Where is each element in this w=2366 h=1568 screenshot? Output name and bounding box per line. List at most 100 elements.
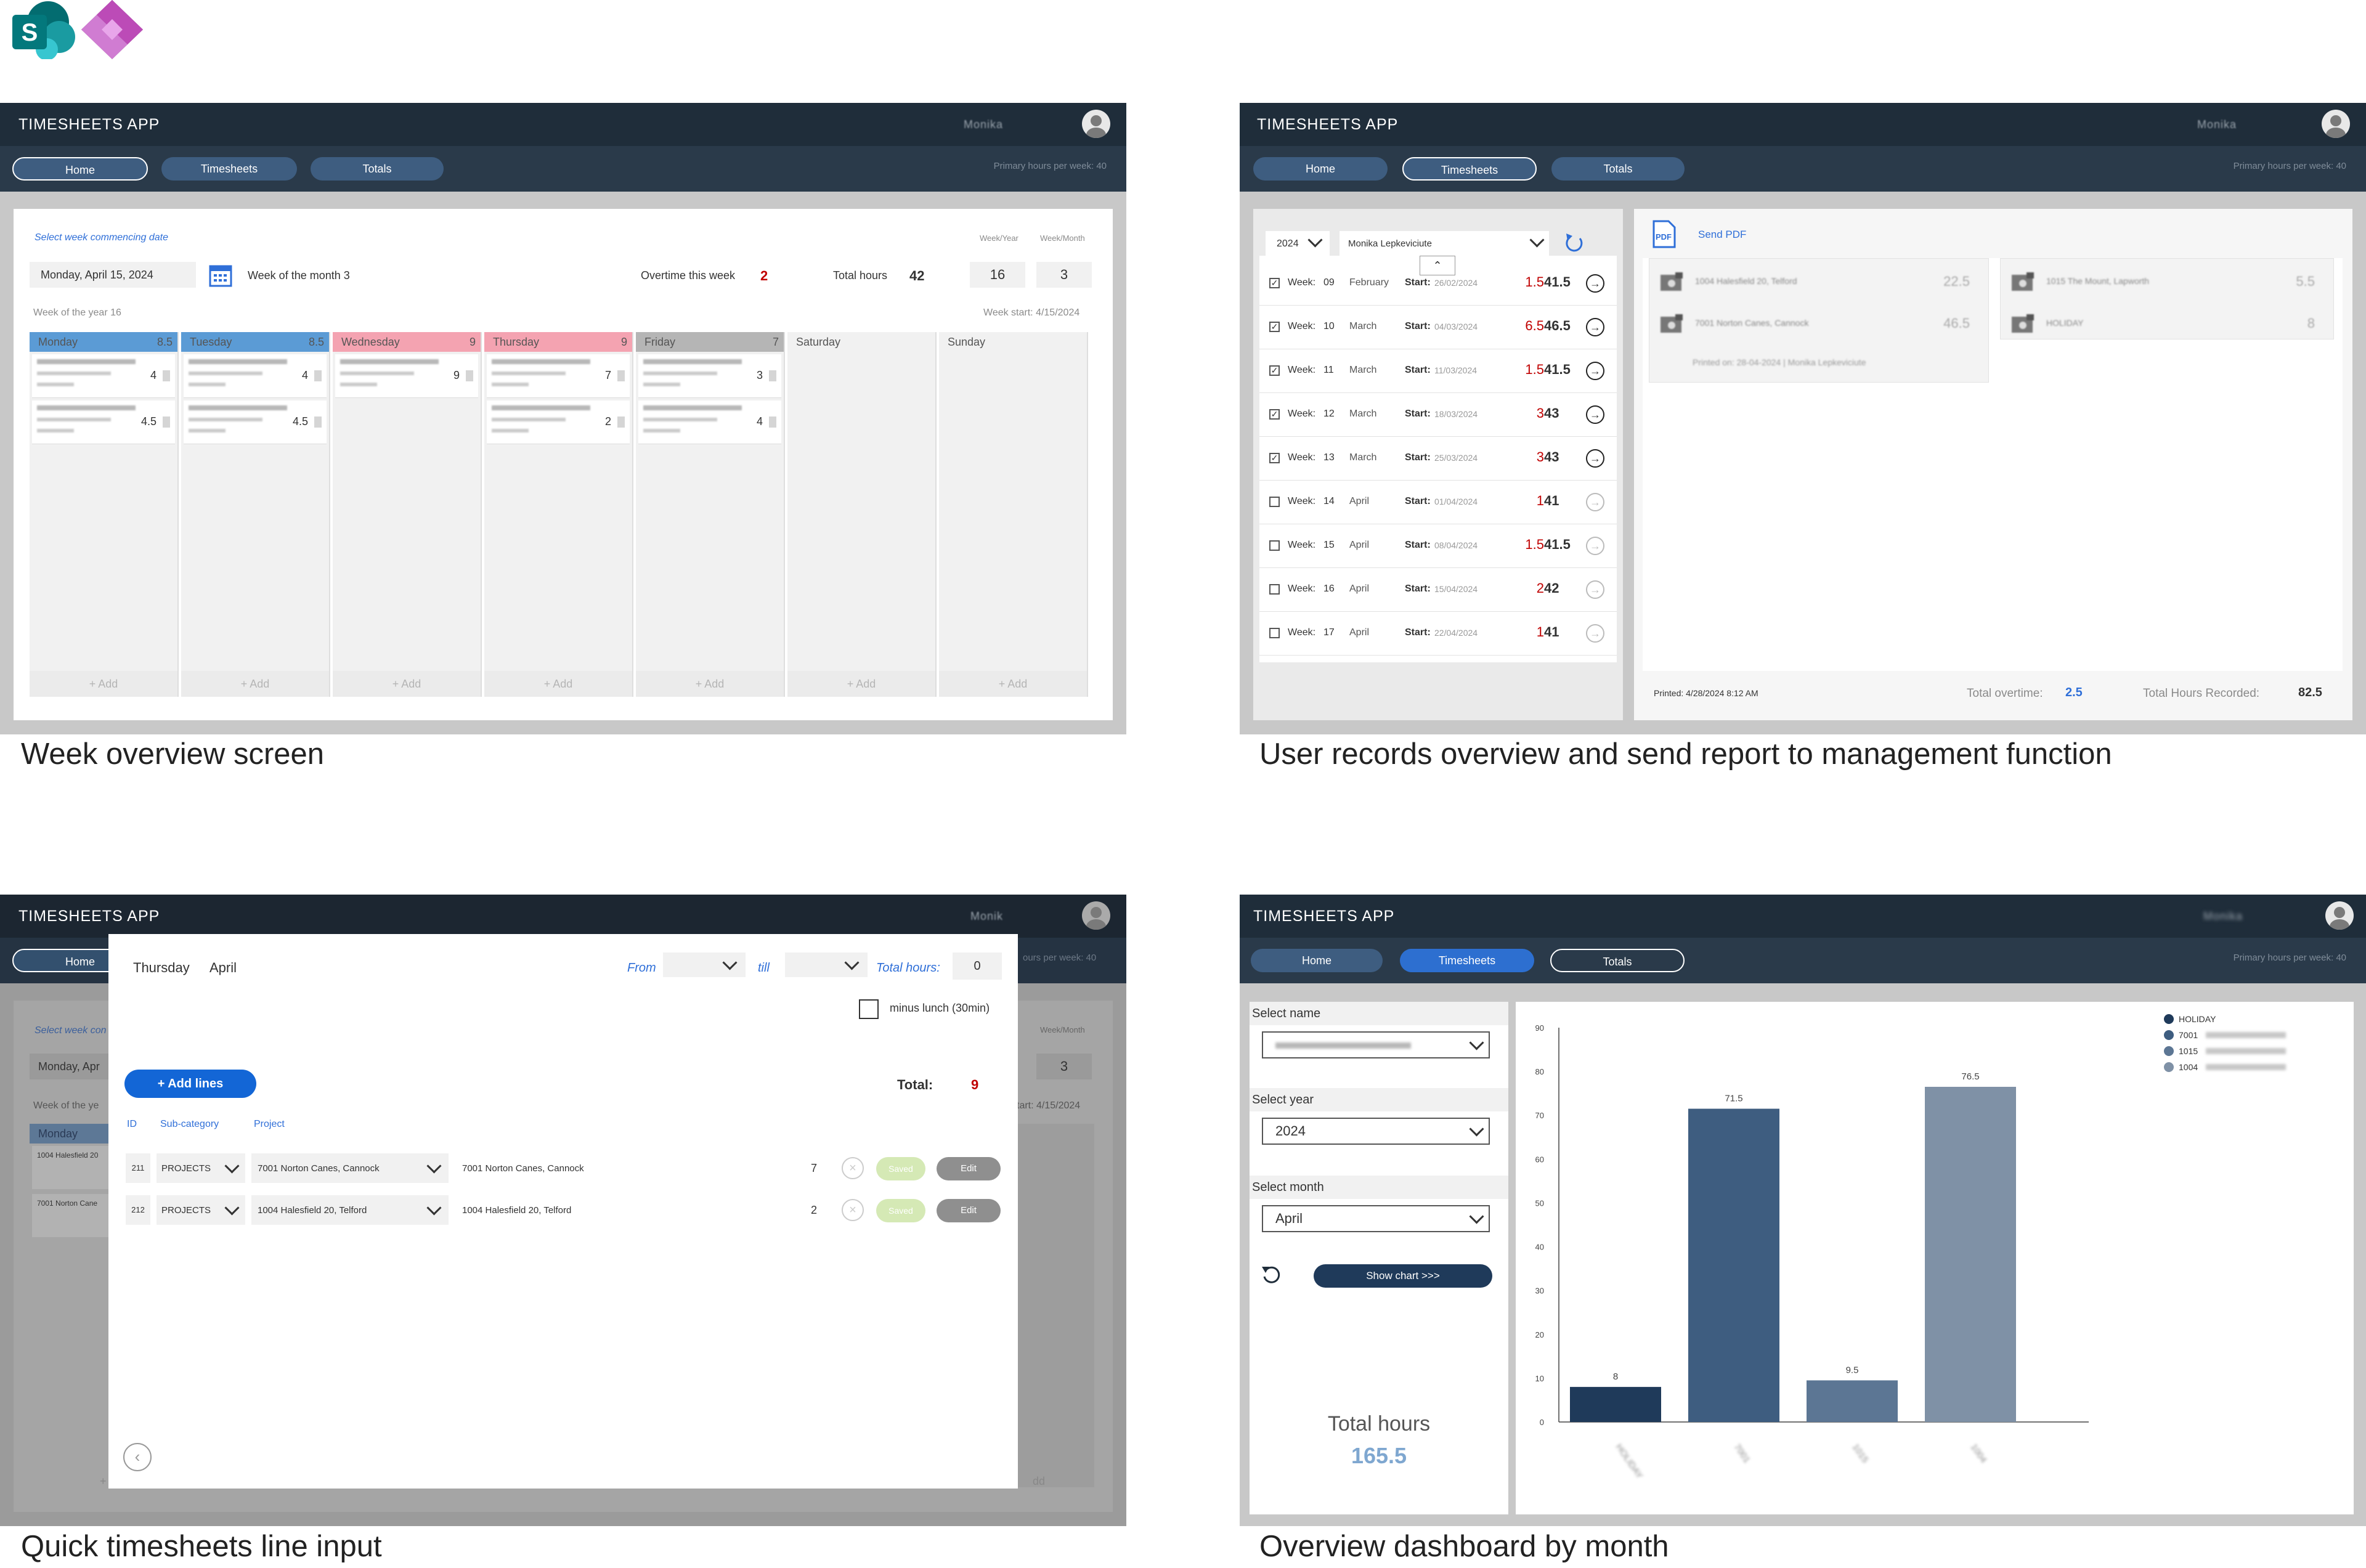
calendar-icon[interactable] <box>208 263 233 288</box>
arrow-right-icon[interactable]: → <box>1586 580 1604 599</box>
add-entry-button[interactable]: + Add <box>636 671 784 697</box>
week-checkbox[interactable] <box>1269 540 1280 551</box>
pdf-file-icon[interactable]: PDF <box>1650 220 1677 248</box>
trash-icon[interactable] <box>617 416 625 428</box>
year-dropdown[interactable]: 2024 <box>1266 231 1330 256</box>
project-dropdown[interactable]: 7001 Norton Canes, Cannock <box>251 1153 449 1183</box>
tab-totals[interactable]: Totals <box>1551 157 1685 181</box>
time-entry[interactable]: 4.5 <box>32 400 175 444</box>
start-label: Start: <box>1405 583 1431 594</box>
week-checkbox[interactable]: ✓ <box>1269 453 1280 463</box>
tab-home[interactable]: Home <box>12 157 148 181</box>
till-dropdown[interactable] <box>785 953 868 977</box>
trash-icon[interactable] <box>617 370 625 381</box>
week-record-row[interactable]: ✓ Week: 10 March Start: 04/03/2024 6.5 46.5 → <box>1259 306 1617 349</box>
week-record-row[interactable]: Week: 15 April Start: 08/04/2024 1.5 41.5 → <box>1259 524 1617 568</box>
edit-button[interactable]: Edit <box>937 1157 1001 1180</box>
tab-home[interactable]: Home <box>1251 949 1383 972</box>
date-picker-input[interactable]: Monday, April 15, 2024 <box>30 262 196 288</box>
send-pdf-button[interactable]: Send PDF <box>1698 229 1746 241</box>
back-arrow-icon[interactable]: ‹ <box>123 1443 152 1471</box>
app-title: TIMESHEETS APP <box>1257 116 1399 133</box>
name-dropdown[interactable] <box>1262 1031 1490 1058</box>
avatar[interactable] <box>2322 110 2350 138</box>
saved-button[interactable]: Saved <box>876 1157 925 1180</box>
avatar[interactable] <box>2325 901 2354 930</box>
close-icon[interactable]: × <box>842 1199 864 1221</box>
week-checkbox[interactable] <box>1269 628 1280 638</box>
week-record-row[interactable]: ✓ Week: 11 March Start: 11/03/2024 1.5 41.5 → <box>1259 349 1617 393</box>
trash-icon[interactable] <box>466 370 473 381</box>
add-lines-button[interactable]: + Add lines <box>124 1070 256 1098</box>
trash-icon[interactable] <box>163 416 170 428</box>
time-entry[interactable]: 2 <box>487 400 630 444</box>
avatar[interactable] <box>1082 901 1110 930</box>
week-record-row[interactable]: ✓ Week: 09 February Start: 26/02/2024 1.5 41.5 → <box>1259 262 1617 306</box>
month-dropdown[interactable]: April <box>1262 1205 1490 1232</box>
week-record-row[interactable]: Week: 16 April Start: 15/04/2024 2 42 → <box>1259 568 1617 612</box>
arrow-right-icon[interactable]: → <box>1586 318 1604 336</box>
arrow-right-icon[interactable]: → <box>1586 493 1604 511</box>
time-entry[interactable]: 3 <box>638 354 781 398</box>
from-dropdown[interactable] <box>663 953 746 977</box>
week-checkbox[interactable]: ✓ <box>1269 322 1280 332</box>
saved-button[interactable]: Saved <box>876 1199 925 1222</box>
arrow-right-icon[interactable]: → <box>1586 362 1604 380</box>
total-hours-input[interactable]: 0 <box>953 953 1002 980</box>
week-checkbox[interactable] <box>1269 497 1280 507</box>
edit-button[interactable]: Edit <box>937 1199 1001 1222</box>
trash-icon[interactable] <box>314 370 322 381</box>
time-entry[interactable]: 4 <box>184 354 327 398</box>
time-entry[interactable]: 7 <box>487 354 630 398</box>
tab-home[interactable]: Home <box>1253 157 1388 181</box>
trash-icon[interactable] <box>769 370 776 381</box>
refresh-icon[interactable] <box>1259 1263 1284 1288</box>
week-checkbox[interactable]: ✓ <box>1269 365 1280 376</box>
arrow-right-icon[interactable]: → <box>1586 405 1604 424</box>
tab-timesheets[interactable]: Timesheets <box>1402 157 1537 181</box>
add-entry-button[interactable]: + Add <box>30 671 177 697</box>
week-record-row[interactable]: ✓ Week: 13 March Start: 25/03/2024 3 43 → <box>1259 437 1617 481</box>
time-entry[interactable]: 4.5 <box>184 400 327 444</box>
trash-icon[interactable] <box>163 370 170 381</box>
week-checkbox[interactable]: ✓ <box>1269 409 1280 420</box>
arrow-right-icon[interactable]: → <box>1586 537 1604 555</box>
trash-icon[interactable] <box>314 416 322 428</box>
refresh-icon[interactable] <box>1561 231 1586 256</box>
time-entry[interactable]: 4 <box>638 400 781 444</box>
time-entry[interactable]: 9 <box>335 354 478 398</box>
arrow-right-icon[interactable]: → <box>1586 274 1604 293</box>
subcategory-dropdown[interactable]: PROJECTS <box>157 1195 245 1225</box>
trash-icon[interactable] <box>769 416 776 428</box>
arrow-right-icon[interactable]: → <box>1586 624 1604 643</box>
subcategory-dropdown[interactable]: PROJECTS <box>157 1153 245 1183</box>
show-chart-button[interactable]: Show chart >>> <box>1314 1264 1492 1288</box>
week-record-row[interactable]: Week: 14 April Start: 01/04/2024 1 41 → <box>1259 481 1617 524</box>
week-record-row[interactable]: ✓ Week: 12 March Start: 18/03/2024 3 43 → <box>1259 393 1617 437</box>
week-record-row[interactable]: Week: 17 April Start: 22/04/2024 1 41 → <box>1259 612 1617 656</box>
year-dropdown[interactable]: 2024 <box>1262 1118 1490 1145</box>
close-icon[interactable]: × <box>842 1157 864 1179</box>
tab-timesheets[interactable]: Timesheets <box>1400 949 1534 972</box>
add-entry-button[interactable]: + Add <box>181 671 329 697</box>
person-dropdown[interactable]: Monika Lepkeviciute <box>1340 231 1549 256</box>
avatar[interactable] <box>1082 110 1110 138</box>
day-header: Saturday <box>787 332 935 352</box>
day-column-tuesday: Tuesday 8.5 4 4.5 + Add <box>181 332 330 697</box>
add-entry-button[interactable]: + Add <box>484 671 632 697</box>
add-entry-button[interactable]: + Add <box>939 671 1087 697</box>
minus-lunch-checkbox[interactable] <box>859 999 879 1019</box>
app-title-bar: TIMESHEETS APP Monik <box>0 895 1126 938</box>
time-entry[interactable]: 4 <box>32 354 175 398</box>
tab-totals[interactable]: Totals <box>311 157 444 181</box>
project-dropdown[interactable]: 1004 Halesfield 20, Telford <box>251 1195 449 1225</box>
week-checkbox[interactable] <box>1269 584 1280 595</box>
y-tick-label: 30 <box>1535 1286 1544 1296</box>
arrow-right-icon[interactable]: → <box>1586 449 1604 468</box>
add-entry-button[interactable]: + Add <box>787 671 935 697</box>
add-entry-button[interactable]: + Add <box>333 671 481 697</box>
tab-timesheets[interactable]: Timesheets <box>161 157 297 181</box>
tab-totals[interactable]: Totals <box>1550 949 1685 972</box>
col-id: ID <box>127 1119 137 1129</box>
week-checkbox[interactable]: ✓ <box>1269 278 1280 288</box>
